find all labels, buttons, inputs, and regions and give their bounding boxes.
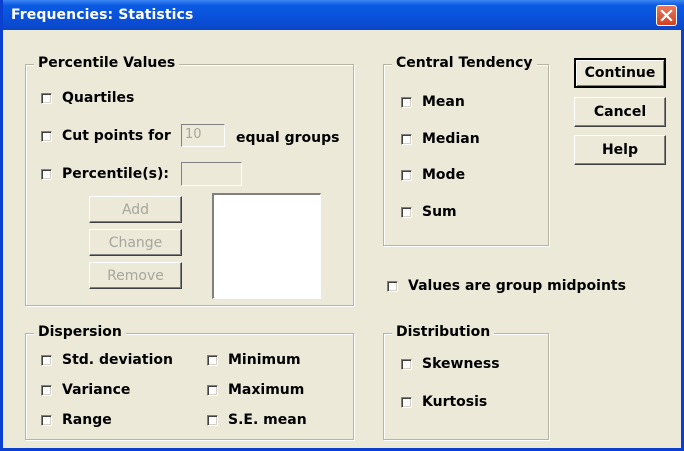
maximum-checkbox[interactable]: Maximum <box>207 382 304 398</box>
range-label: Range <box>62 412 112 428</box>
dispersion-legend: Dispersion <box>34 324 126 340</box>
cut-points-checkbox[interactable]: Cut points for <box>41 128 171 144</box>
percentile-values-legend: Percentile Values <box>34 55 180 71</box>
continue-button[interactable]: Continue <box>574 58 666 88</box>
close-icon <box>660 9 673 22</box>
quartiles-checkbox[interactable]: Quartiles <box>41 90 134 106</box>
std-deviation-box[interactable] <box>41 354 52 366</box>
add-button[interactable]: Add <box>89 196 182 223</box>
kurtosis-label: Kurtosis <box>422 394 488 410</box>
cut-points-box[interactable] <box>41 130 52 142</box>
help-button[interactable]: Help <box>574 135 666 165</box>
kurtosis-box[interactable] <box>401 396 412 408</box>
cut-points-input[interactable]: 10 <box>181 124 225 147</box>
se-mean-box[interactable] <box>207 414 218 426</box>
group-midpoints-label: Values are group midpoints <box>408 278 626 294</box>
variance-checkbox[interactable]: Variance <box>41 382 130 398</box>
minimum-checkbox[interactable]: Minimum <box>207 352 301 368</box>
statistics-dialog: Frequencies: Statistics Percentile Value… <box>0 0 684 451</box>
mean-label: Mean <box>422 94 465 110</box>
group-midpoints-checkbox[interactable]: Values are group midpoints <box>387 278 626 294</box>
se-mean-checkbox[interactable]: S.E. mean <box>207 412 307 428</box>
minimum-label: Minimum <box>228 352 301 368</box>
remove-button[interactable]: Remove <box>89 262 182 289</box>
sum-box[interactable] <box>401 206 412 218</box>
median-checkbox[interactable]: Median <box>401 131 480 147</box>
quartiles-label: Quartiles <box>62 90 135 106</box>
median-label: Median <box>422 131 480 147</box>
mode-checkbox[interactable]: Mode <box>401 167 465 183</box>
minimum-box[interactable] <box>207 354 218 366</box>
mode-box[interactable] <box>401 169 412 181</box>
central-tendency-legend: Central Tendency <box>392 55 537 71</box>
window-title: Frequencies: Statistics <box>11 7 194 23</box>
change-button[interactable]: Change <box>89 229 182 256</box>
sum-checkbox[interactable]: Sum <box>401 204 457 220</box>
maximum-box[interactable] <box>207 384 218 396</box>
distribution-group: Distribution <box>383 324 549 440</box>
percentile-input[interactable] <box>181 162 242 186</box>
std-deviation-label: Std. deviation <box>62 352 173 368</box>
skewness-box[interactable] <box>401 358 412 370</box>
kurtosis-checkbox[interactable]: Kurtosis <box>401 394 487 410</box>
range-checkbox[interactable]: Range <box>41 412 112 428</box>
group-midpoints-box[interactable] <box>387 280 398 292</box>
range-box[interactable] <box>41 414 52 426</box>
percentiles-box[interactable] <box>41 168 52 180</box>
sum-label: Sum <box>422 204 457 220</box>
percentile-list[interactable] <box>212 193 321 299</box>
variance-label: Variance <box>62 382 131 398</box>
skewness-checkbox[interactable]: Skewness <box>401 356 500 372</box>
std-deviation-checkbox[interactable]: Std. deviation <box>41 352 173 368</box>
cancel-button[interactable]: Cancel <box>574 97 666 127</box>
close-button[interactable] <box>656 5 677 26</box>
maximum-label: Maximum <box>228 382 305 398</box>
equal-groups-label: equal groups <box>236 130 340 146</box>
skewness-label: Skewness <box>422 356 500 372</box>
variance-box[interactable] <box>41 384 52 396</box>
percentiles-checkbox[interactable]: Percentile(s): <box>41 166 169 182</box>
mean-checkbox[interactable]: Mean <box>401 94 465 110</box>
distribution-legend: Distribution <box>392 324 495 340</box>
cut-points-label: Cut points for <box>62 128 171 144</box>
percentiles-label: Percentile(s): <box>62 166 169 182</box>
title-bar[interactable]: Frequencies: Statistics <box>3 0 684 30</box>
se-mean-label: S.E. mean <box>228 412 307 428</box>
mean-box[interactable] <box>401 96 412 108</box>
quartiles-box[interactable] <box>41 92 52 104</box>
mode-label: Mode <box>422 167 466 183</box>
median-box[interactable] <box>401 133 412 145</box>
